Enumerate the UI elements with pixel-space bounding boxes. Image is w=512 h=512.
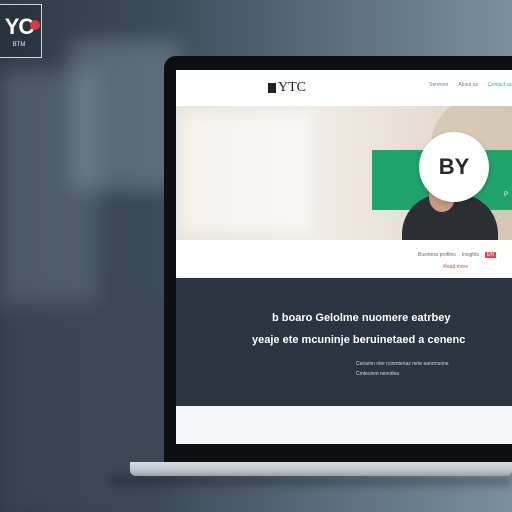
- site-logo-text: YTC: [278, 80, 306, 95]
- site-logo-mark-icon: [268, 83, 276, 93]
- corner-logo: YC: [4, 14, 41, 40]
- feature-caption-line-1: Ceiramn oter rcinmtenaz mrte eanrmsone: [356, 361, 449, 367]
- meta-link-insights[interactable]: Insights: [462, 252, 479, 258]
- nav-item-services[interactable]: Services: [429, 82, 448, 88]
- laptop-shadow: [110, 476, 512, 486]
- dark-feature-section: b boaro Gelolme nuomere eatrbey yeaje et…: [176, 278, 512, 406]
- language-badge[interactable]: EN: [485, 252, 496, 258]
- site-nav: Services About us Contact us: [429, 82, 512, 88]
- corner-brand-badge: YC BTM: [0, 4, 42, 58]
- corner-logo-mark-icon: [30, 20, 41, 30]
- site-logo[interactable]: YTC: [268, 80, 306, 96]
- hero-side-text: P: [504, 192, 509, 198]
- nav-item-about[interactable]: About us: [458, 82, 478, 88]
- read-more-link[interactable]: Read more: [443, 264, 468, 270]
- feature-headline-line-2: yeaje ete mcuninje beruinetaed a cenenc: [252, 334, 466, 346]
- site-footer: [176, 406, 512, 444]
- meta-links-row: Business profiles Insights EN: [418, 252, 496, 258]
- hero-section: BY P: [176, 106, 512, 240]
- hero-logo-circle: BY: [419, 132, 489, 202]
- corner-badge-subtext: BTM: [12, 42, 26, 48]
- feature-headline-line-1: b boaro Gelolme nuomere eatrbey: [272, 312, 451, 324]
- laptop-screen: YTC Services About us Contact us BY P Bu…: [176, 70, 512, 444]
- hero-background-light: [182, 114, 312, 232]
- corner-logo-text: YC: [4, 14, 35, 39]
- laptop-base: [130, 462, 512, 476]
- meta-link-profiles[interactable]: Business profiles: [418, 252, 456, 258]
- nav-item-contact[interactable]: Contact us: [488, 82, 512, 88]
- site-header: YTC Services About us Contact us: [176, 70, 512, 107]
- feature-caption-line-2: Cmtecinm nenntlea: [356, 371, 400, 377]
- hero-circle-text: BY: [438, 154, 470, 179]
